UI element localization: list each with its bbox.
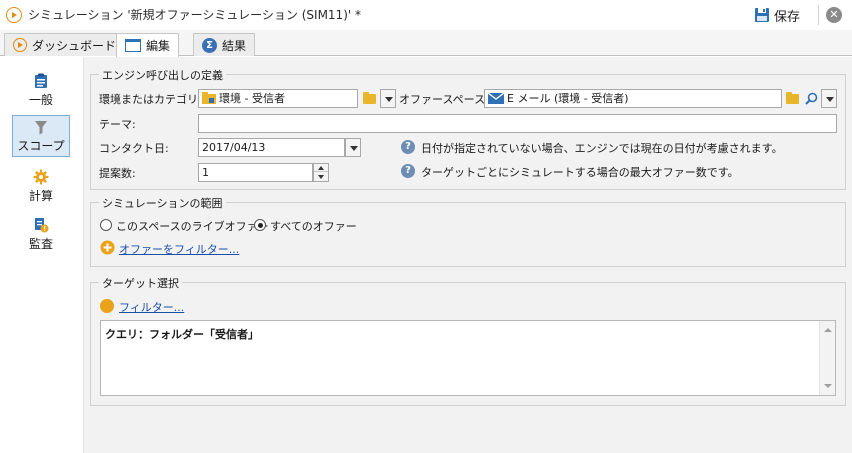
query-display[interactable]: クエリ：フォルダー「受信者」 bbox=[100, 320, 836, 396]
radio-all-offers[interactable] bbox=[254, 219, 266, 231]
radio-live-offers-label: このスペースのライブオファー bbox=[116, 220, 269, 233]
proposals-field[interactable]: 1 bbox=[198, 163, 313, 182]
filter-offers-link[interactable]: オファーをフィルター... bbox=[119, 241, 239, 257]
proposals-stepper[interactable] bbox=[313, 163, 329, 182]
space-label: オファースペース: bbox=[399, 93, 489, 106]
radio-live-offers[interactable] bbox=[100, 219, 112, 231]
sidebar-item-calculation[interactable]: 計算 bbox=[12, 165, 70, 207]
left-navigation: 一般 スコープ 計算 監査 bbox=[0, 57, 84, 453]
scope-panel: エンジン呼び出しの定義 環境またはカテゴリ: 環境 - 受信者 オファースペース… bbox=[84, 57, 852, 453]
sidebar-item-label: 一般 bbox=[28, 93, 53, 107]
simulation-scope-group: シミュレーションの範囲 このスペースのライブオファー すべてのオファー オファー… bbox=[90, 195, 846, 267]
scroll-down-icon[interactable] bbox=[824, 384, 832, 388]
add-filter-icon[interactable] bbox=[100, 240, 115, 255]
radio-all-offers-label: すべてのオファー bbox=[270, 220, 357, 233]
date-dropdown-button[interactable] bbox=[345, 138, 361, 157]
contact-date-field[interactable]: 2017/04/13 bbox=[198, 138, 345, 157]
toolbar-divider bbox=[818, 5, 819, 25]
gear-icon bbox=[33, 169, 49, 185]
sidebar-item-label: スコープ bbox=[17, 139, 65, 153]
tab-label: 結果 bbox=[222, 38, 247, 53]
theme-field[interactable] bbox=[198, 114, 837, 133]
tab-label: ダッシュボード bbox=[32, 38, 117, 53]
scroll-up-icon[interactable] bbox=[824, 328, 832, 332]
save-button[interactable]: 保存 bbox=[754, 4, 800, 26]
theme-label: テーマ: bbox=[99, 118, 136, 131]
folder-picker-icon[interactable] bbox=[784, 89, 802, 108]
title-bar: シミュレーション '新規オファーシミュレーション (SIM11)' * 保存 ✕ bbox=[0, 0, 852, 30]
help-icon: ? bbox=[401, 164, 415, 178]
floppy-disk-icon bbox=[755, 8, 769, 22]
funnel-icon bbox=[35, 121, 47, 135]
contact-date-help: 日付が指定されていない場合、エンジンでは現在の日付が考慮されます。 bbox=[421, 142, 783, 155]
env-label: 環境またはカテゴリ: bbox=[99, 93, 202, 106]
env-value: 環境 - 受信者 bbox=[219, 92, 285, 105]
env-field[interactable]: 環境 - 受信者 bbox=[198, 89, 358, 108]
query-text: クエリ：フォルダー「受信者」 bbox=[105, 328, 259, 341]
play-icon bbox=[13, 38, 27, 52]
sidebar-item-audit[interactable]: 監査 bbox=[12, 213, 70, 255]
sidebar-item-label: 監査 bbox=[28, 237, 53, 251]
filter-status-icon bbox=[100, 299, 114, 313]
proposals-help: ターゲットごとにシミュレートする場合の最大オファー数です。 bbox=[421, 166, 739, 179]
window-title: シミュレーション '新規オファーシミュレーション (SIM11)' * bbox=[28, 8, 361, 22]
sidebar-item-label: 計算 bbox=[28, 189, 53, 203]
scrollbar[interactable] bbox=[819, 321, 835, 395]
edit-icon bbox=[125, 39, 141, 52]
tab-results[interactable]: Σ 結果 bbox=[193, 33, 256, 56]
email-icon bbox=[488, 93, 504, 104]
sidebar-item-scope[interactable]: スコープ bbox=[12, 115, 70, 157]
audit-icon bbox=[35, 218, 49, 233]
contact-date-label: コンタクト日: bbox=[99, 142, 169, 155]
proposals-label: 提案数: bbox=[99, 167, 136, 180]
simulation-icon bbox=[6, 7, 22, 23]
sidebar-item-general[interactable]: 一般 bbox=[12, 69, 70, 111]
group-title: エンジン呼び出しの定義 bbox=[99, 67, 226, 83]
folder-picker-icon[interactable] bbox=[361, 89, 379, 108]
space-field[interactable]: E メール (環境 - 受信者) bbox=[484, 89, 782, 108]
tab-dashboard[interactable]: ダッシュボード bbox=[4, 33, 126, 56]
save-label: 保存 bbox=[774, 9, 801, 25]
folder-icon bbox=[202, 92, 216, 104]
tab-bar: ダッシュボード 編集 Σ 結果 bbox=[0, 30, 852, 57]
group-title: ターゲット選択 bbox=[99, 275, 182, 291]
close-icon[interactable]: ✕ bbox=[826, 7, 842, 23]
group-title: シミュレーションの範囲 bbox=[99, 195, 226, 211]
tab-edit[interactable]: 編集 bbox=[116, 33, 180, 57]
help-icon: ? bbox=[401, 140, 415, 154]
sigma-icon: Σ bbox=[202, 37, 217, 53]
space-dropdown-button[interactable] bbox=[821, 89, 837, 108]
stepper-up-icon[interactable] bbox=[314, 164, 328, 172]
search-icon[interactable] bbox=[802, 89, 820, 108]
env-dropdown-button[interactable] bbox=[380, 89, 396, 108]
space-value: E メール (環境 - 受信者) bbox=[507, 92, 629, 105]
stepper-down-icon[interactable] bbox=[314, 173, 328, 181]
engine-call-group: エンジン呼び出しの定義 環境またはカテゴリ: 環境 - 受信者 オファースペース… bbox=[90, 67, 846, 190]
target-filter-link[interactable]: フィルター... bbox=[119, 299, 184, 315]
tab-label: 編集 bbox=[146, 39, 171, 53]
clipboard-icon bbox=[35, 73, 47, 88]
target-selection-group: ターゲット選択 フィルター... クエリ：フォルダー「受信者」 bbox=[90, 275, 846, 406]
